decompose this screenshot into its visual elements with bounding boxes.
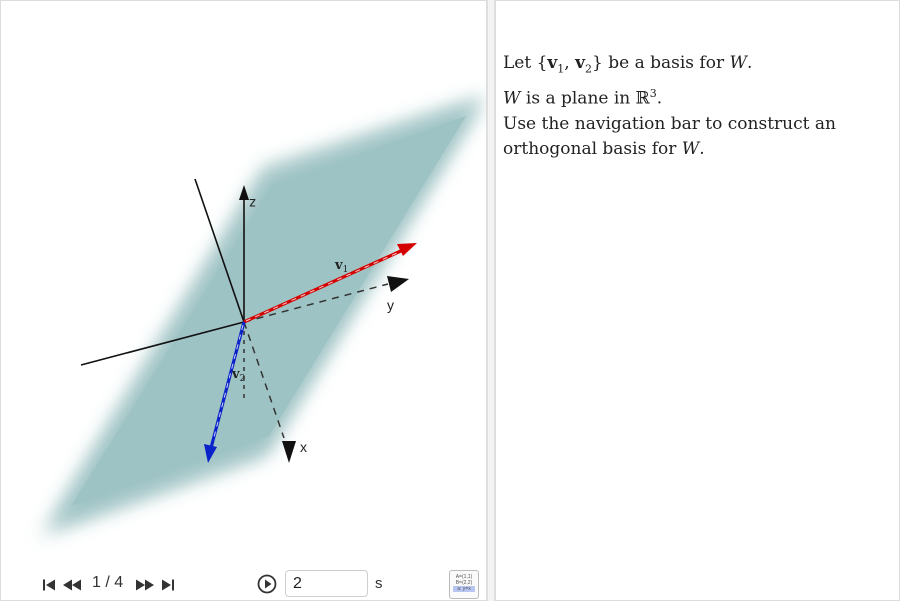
panel-divider[interactable]: [487, 0, 495, 601]
instruction-line-4: orthogonal basis for W.: [503, 139, 705, 160]
x-axis-arrow: [282, 441, 296, 463]
instructions-text: Let {v1, v2} be a basis for W. W is a pl…: [503, 51, 893, 162]
step-forward-icon[interactable]: [135, 577, 155, 593]
algebra-view-toggle-icon[interactable]: A=(1,1) B=(2,2) a: y=x: [449, 570, 479, 599]
instruction-line-1: Let {v1, v2} be a basis for W.: [503, 53, 753, 76]
instruction-line-2: W is a plane in ℝ3.: [503, 87, 663, 110]
speed-unit-label: s: [375, 575, 383, 592]
instruction-line-3: Use the navigation bar to construct an: [503, 114, 836, 135]
text-panel: Let {v1, v2} be a basis for W. W is a pl…: [495, 0, 900, 601]
y-axis-label: y: [387, 297, 394, 313]
animation-speed-input[interactable]: [285, 570, 368, 597]
y-axis-arrow: [387, 276, 409, 292]
graphics-3d-view[interactable]: z y x v1 v2 1 / 4 2 s A=(1,1) B=(2,2) a:…: [0, 0, 487, 601]
algebra-toggle-line-3: a: y=x: [453, 586, 475, 592]
step-back-icon[interactable]: [62, 577, 82, 593]
z-axis-label: z: [249, 196, 256, 212]
skip-first-icon[interactable]: [42, 577, 56, 593]
geogebra-applet: z y x v1 v2 1 / 4 2 s A=(1,1) B=(2,2) a:…: [0, 0, 900, 601]
step-counter: 1 / 4: [92, 574, 124, 591]
x-axis-label: x: [300, 439, 307, 455]
plane-w[interactable]: [39, 93, 487, 538]
3d-scene[interactable]: z y x v1 v2: [1, 1, 487, 601]
play-icon[interactable]: [257, 574, 277, 594]
skip-last-icon[interactable]: [161, 577, 175, 593]
